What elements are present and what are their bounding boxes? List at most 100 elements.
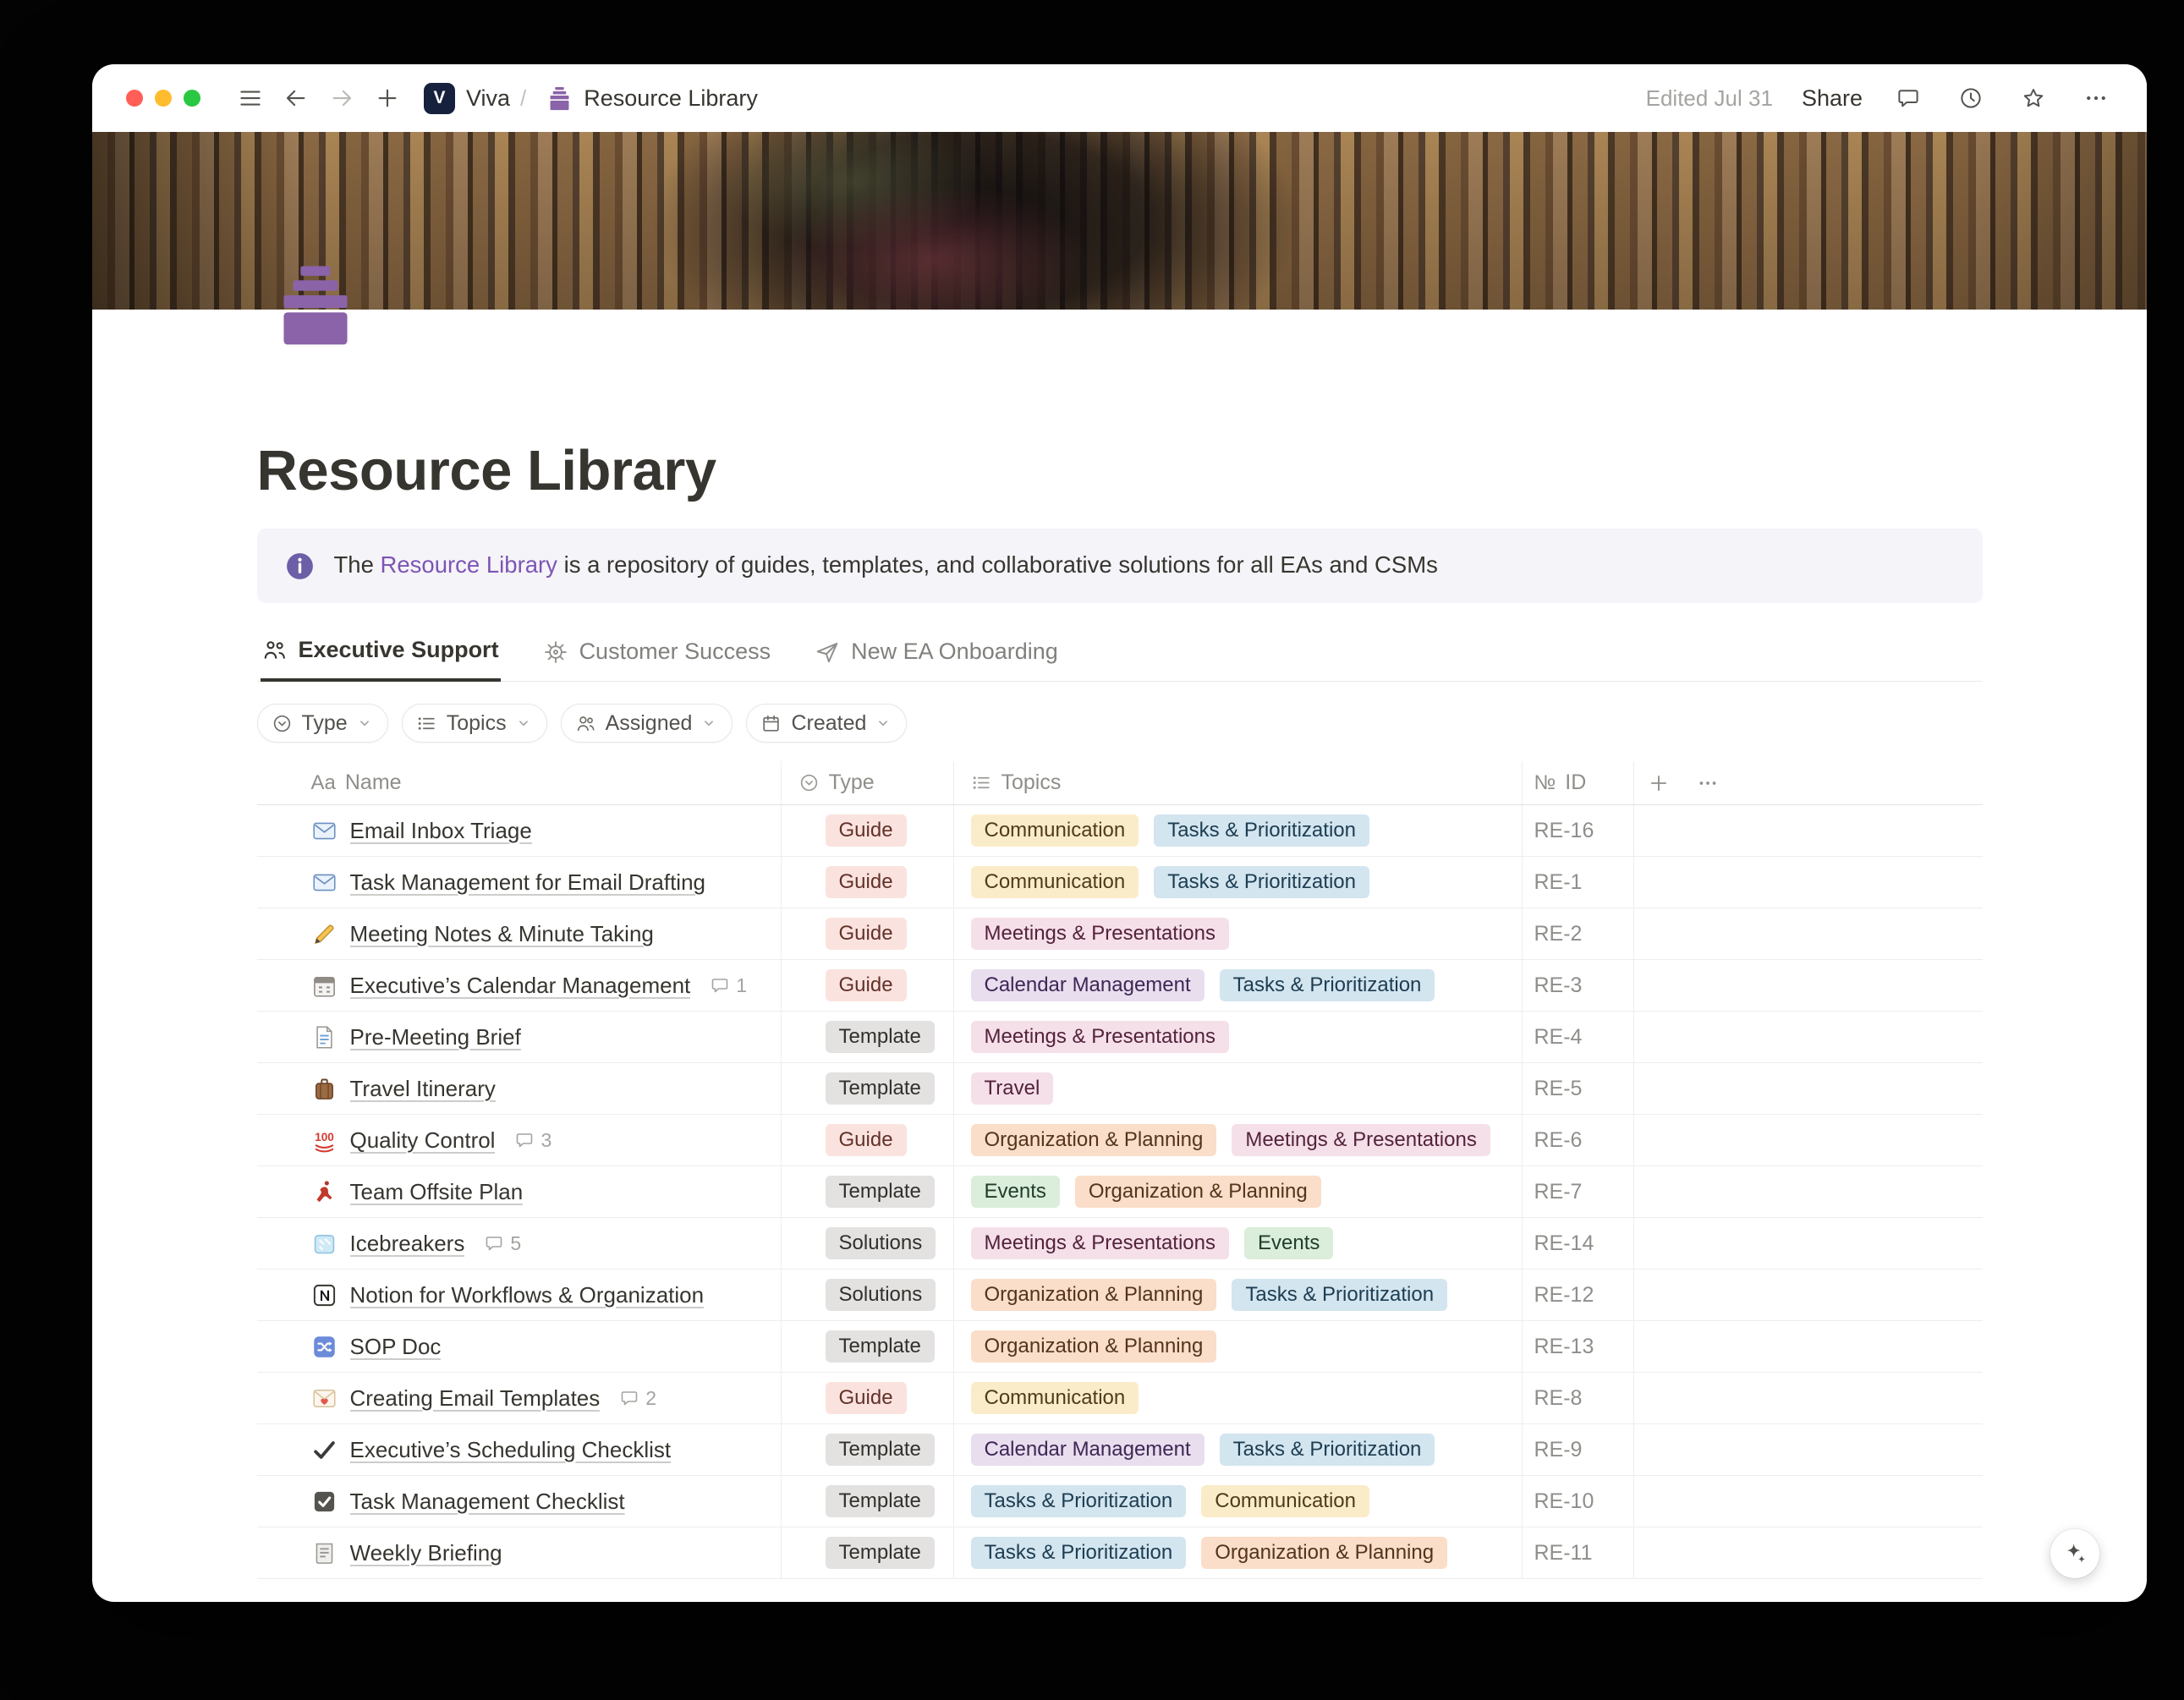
close-window-button[interactable] (126, 90, 143, 107)
archive-icon (546, 85, 573, 112)
workspace-name: Viva (466, 85, 510, 112)
more-options-button[interactable] (2079, 79, 2113, 118)
row-name-link[interactable]: Task Management Checklist (350, 1489, 625, 1515)
column-header-name[interactable]: Aa Name (257, 761, 782, 804)
forward-button[interactable] (322, 79, 361, 118)
type-cell: Template (782, 1012, 954, 1062)
dancer-icon (311, 1179, 337, 1205)
row-name-link[interactable]: Weekly Briefing (350, 1540, 502, 1566)
table-row[interactable]: Executive’s Calendar Management 1 Guide … (257, 960, 1983, 1012)
topic-tag: Meetings & Presentations (971, 1227, 1229, 1259)
type-cell: Template (782, 1476, 954, 1527)
history-button[interactable] (1954, 79, 1988, 118)
type-tag: Solutions (826, 1279, 936, 1311)
breadcrumb-page-title: Resource Library (584, 85, 758, 112)
table-row[interactable]: Executive’s Scheduling Checklist Templat… (257, 1424, 1983, 1476)
row-name-link[interactable]: SOP Doc (350, 1334, 442, 1360)
filter-type[interactable]: Type (257, 704, 388, 743)
column-header-id[interactable]: № ID (1523, 761, 1634, 804)
minimize-window-button[interactable] (155, 90, 172, 107)
star-icon (2021, 85, 2046, 111)
row-name-link[interactable]: Meeting Notes & Minute Taking (350, 921, 654, 947)
row-name-link[interactable]: Creating Email Templates (350, 1385, 601, 1412)
share-button[interactable]: Share (1802, 85, 1863, 112)
name-cell: Task Management for Email Drafting (257, 857, 782, 908)
tab-new-ea-onboarding[interactable]: New EA Onboarding (813, 630, 1060, 682)
table-row[interactable]: Meeting Notes & Minute Taking Guide Meet… (257, 908, 1983, 960)
table-row[interactable]: Notion for Workflows & Organization Solu… (257, 1270, 1983, 1321)
filter-bar: Type Topics Assigned Created (257, 704, 1983, 743)
topic-tag: Organization & Planning (971, 1279, 1217, 1311)
sidebar-toggle-button[interactable] (231, 79, 270, 118)
arrow-left-icon (283, 85, 309, 111)
view-tabs: Executive Support Customer Success New E… (257, 630, 1983, 682)
table-row[interactable]: Icebreakers 5 Solutions Meetings & Prese… (257, 1218, 1983, 1270)
notion-ai-button[interactable] (2050, 1529, 2099, 1578)
comments-button[interactable] (1891, 79, 1925, 118)
table-row[interactable]: 100 Quality Control 3 Guide Organization… (257, 1115, 1983, 1166)
row-name-link[interactable]: Executive’s Scheduling Checklist (350, 1437, 672, 1463)
filter-created[interactable]: Created (746, 704, 907, 743)
comment-number: 5 (510, 1232, 521, 1255)
callout: The Resource Library is a repository of … (257, 529, 1983, 603)
table-row[interactable]: Creating Email Templates 2 Guide Communi… (257, 1373, 1983, 1424)
table-row[interactable]: Travel Itinerary Template Travel RE-5 (257, 1063, 1983, 1115)
row-name-link[interactable]: Travel Itinerary (350, 1076, 496, 1102)
resource-library-link[interactable]: Resource Library (381, 551, 557, 578)
plus-icon (375, 85, 400, 111)
table-row[interactable]: Email Inbox Triage Guide CommunicationTa… (257, 805, 1983, 857)
favorite-button[interactable] (2017, 79, 2050, 118)
name-cell: Task Management Checklist (257, 1476, 782, 1527)
new-tab-button[interactable] (368, 79, 407, 118)
archive-icon (271, 260, 360, 350)
filter-assigned[interactable]: Assigned (561, 704, 733, 743)
calendar-icon (760, 713, 782, 734)
back-button[interactable] (277, 79, 316, 118)
column-header-topics[interactable]: Topics (954, 761, 1523, 804)
tab-customer-success[interactable]: Customer Success (541, 630, 773, 682)
name-cell: Travel Itinerary (257, 1063, 782, 1114)
table-row[interactable]: Pre-Meeting Brief Template Meetings & Pr… (257, 1012, 1983, 1063)
row-name-link[interactable]: Quality Control (350, 1127, 496, 1154)
row-name-link[interactable]: Team Offsite Plan (350, 1179, 524, 1205)
row-name-link[interactable]: Icebreakers (350, 1231, 465, 1257)
type-cell: Template (782, 1063, 954, 1114)
page-icon[interactable] (271, 260, 360, 350)
type-tag (798, 918, 826, 950)
page-content: Resource Library The Resource Library is… (257, 260, 1983, 1579)
empty-cell (1634, 857, 1983, 908)
filter-label: Topics (447, 711, 507, 736)
add-property-button[interactable] (1634, 761, 1683, 804)
topic-tag: Meetings & Presentations (971, 918, 1229, 950)
page-title[interactable]: Resource Library (257, 438, 1983, 503)
table-row[interactable]: Team Offsite Plan Template EventsOrganiz… (257, 1166, 1983, 1218)
topics-cell: EventsOrganization & Planning (954, 1166, 1523, 1217)
topic-tag: Travel (971, 1072, 1054, 1105)
breadcrumb-page[interactable]: Resource Library (546, 85, 758, 112)
topic-tag: Communication (971, 1382, 1139, 1414)
table-options-button[interactable] (1683, 761, 1732, 804)
topics-cell: Calendar ManagementTasks & Prioritizatio… (954, 960, 1523, 1011)
row-name-link[interactable]: Executive’s Calendar Management (350, 973, 691, 999)
type-tag: Template (826, 1485, 935, 1517)
empty-cell (1634, 1115, 1983, 1165)
comment-count: 3 (514, 1129, 551, 1152)
row-name-link[interactable]: Task Management for Email Drafting (350, 869, 706, 896)
row-name-link[interactable]: Email Inbox Triage (350, 818, 532, 844)
filter-topics[interactable]: Topics (402, 704, 547, 743)
zoom-window-button[interactable] (184, 90, 200, 107)
row-name-link[interactable]: Notion for Workflows & Organization (350, 1282, 705, 1308)
ellipsis-icon (2083, 85, 2109, 111)
column-header-type[interactable]: Type (782, 761, 954, 804)
row-name-link[interactable]: Pre-Meeting Brief (350, 1024, 521, 1050)
topics-cell: Communication (954, 1373, 1523, 1423)
table-row[interactable]: Task Management for Email Drafting Guide… (257, 857, 1983, 908)
breadcrumb-workspace[interactable]: V Viva (424, 83, 510, 114)
tab-label: Customer Success (579, 639, 771, 665)
table-row[interactable]: Task Management Checklist Template Tasks… (257, 1476, 1983, 1527)
topic-tag: Tasks & Prioritization (1154, 866, 1369, 898)
table-row[interactable]: Weekly Briefing Template Tasks & Priorit… (257, 1527, 1983, 1579)
type-cell: Template (782, 1166, 954, 1217)
tab-executive-support[interactable]: Executive Support (261, 630, 501, 682)
table-row[interactable]: SOP Doc Template Organization & Planning… (257, 1321, 1983, 1373)
